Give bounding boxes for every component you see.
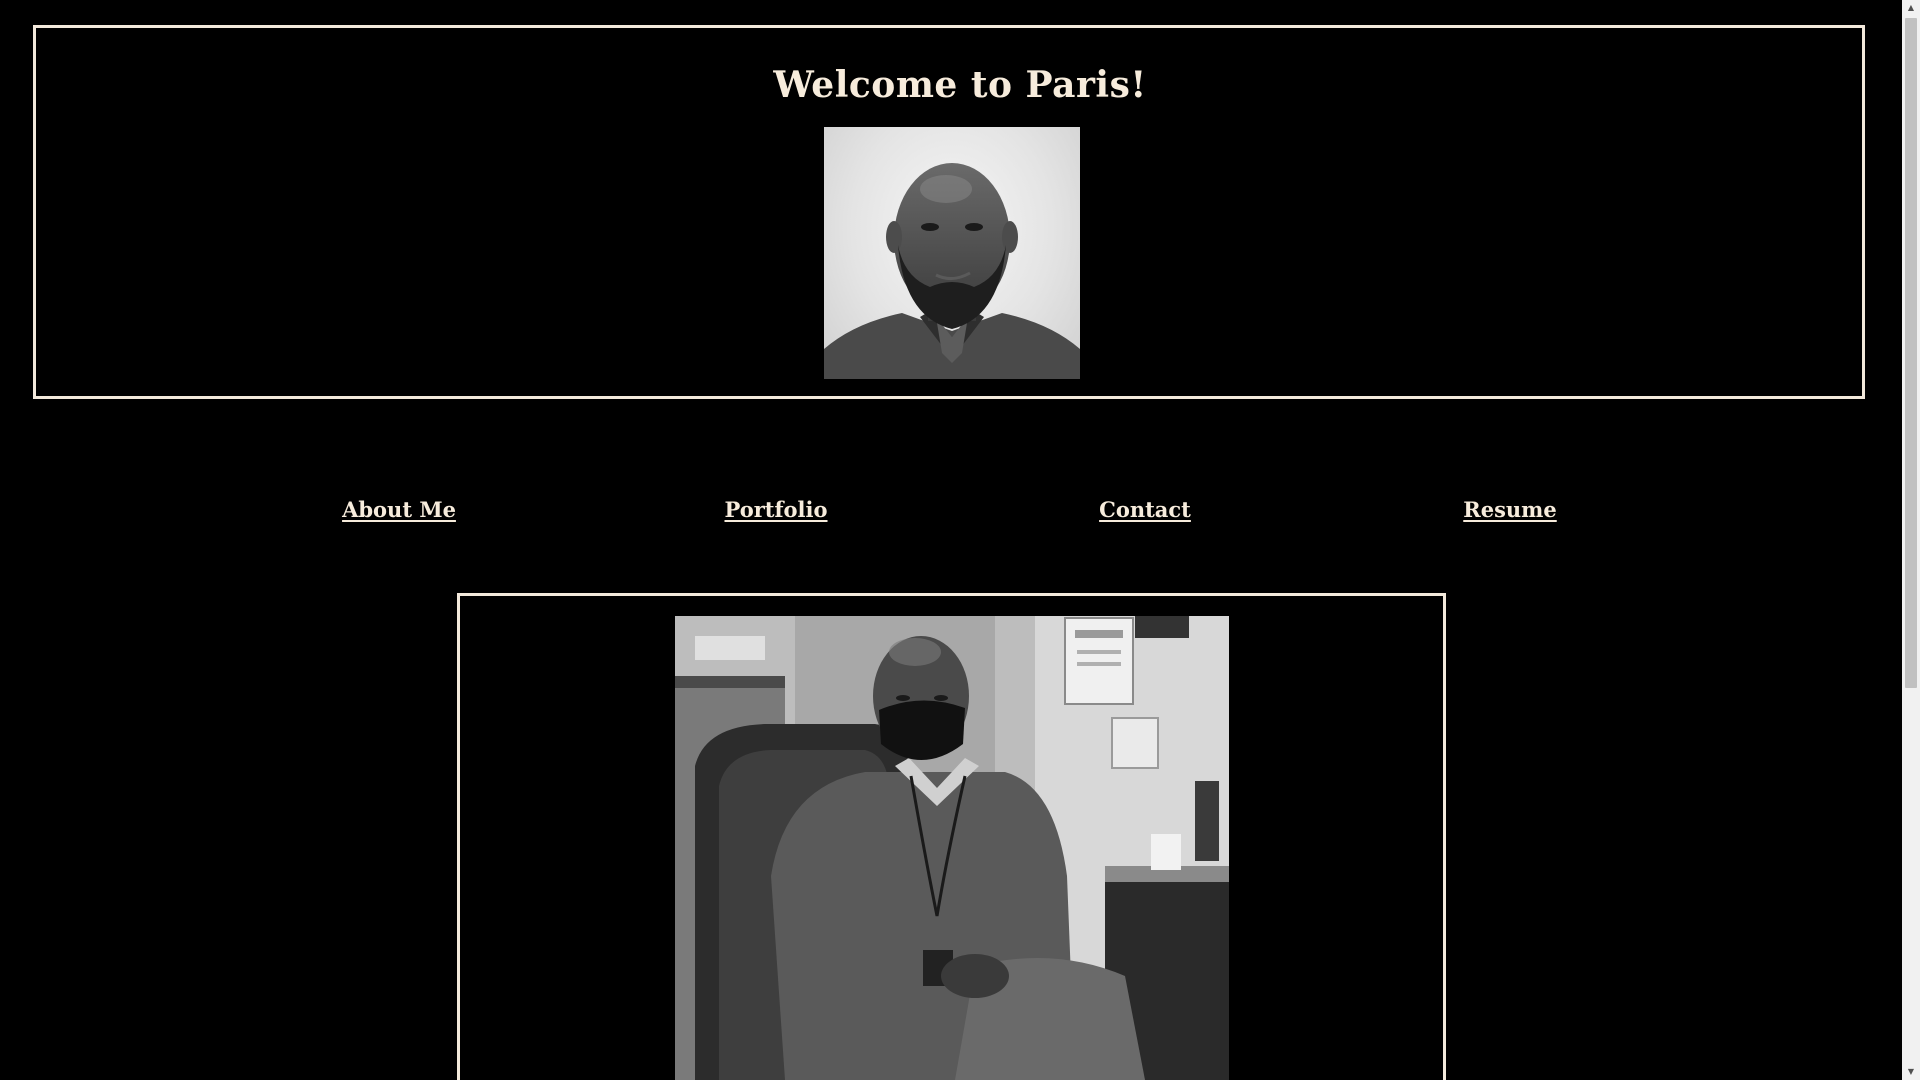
vertical-scrollbar[interactable]: ▲ ▼ (1902, 0, 1920, 1080)
nav-link-about-me[interactable]: About Me (342, 497, 456, 522)
nav-link-portfolio[interactable]: Portfolio (724, 497, 827, 522)
page-title: Welcome to Paris! (773, 64, 1147, 106)
nav-link-contact[interactable]: Contact (1099, 497, 1191, 522)
nav-link-resume[interactable]: Resume (1463, 497, 1557, 522)
portrait-image (824, 127, 1080, 379)
scroll-up-arrow-icon[interactable]: ▲ (1902, 0, 1920, 16)
office-photo (675, 616, 1229, 1080)
scroll-down-arrow-icon[interactable]: ▼ (1902, 1064, 1920, 1080)
page: Welcome to Paris! About Me Portfolio Con… (0, 0, 1920, 1080)
scrollbar-thumb[interactable] (1905, 18, 1917, 688)
